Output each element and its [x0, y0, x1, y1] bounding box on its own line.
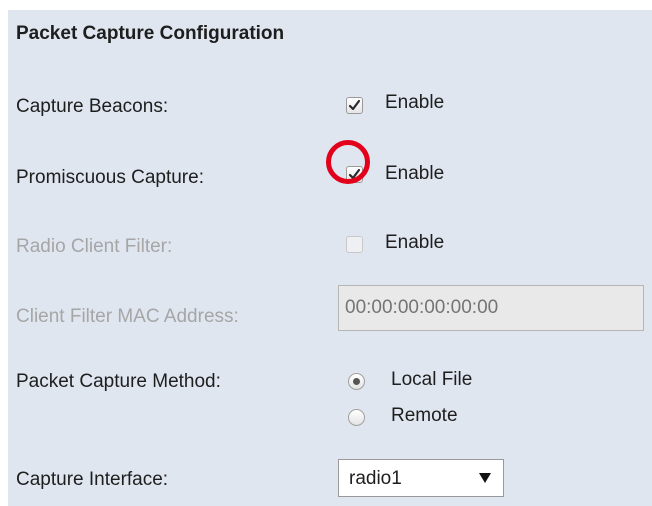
capture-interface-label: Capture Interface: — [16, 469, 169, 490]
radio-selected-dot — [353, 378, 360, 385]
highlight-circle — [326, 140, 370, 184]
packet-capture-panel — [8, 10, 652, 506]
capture-method-local-file-label: Local File — [391, 369, 473, 390]
promiscuous-capture-label: Promiscuous Capture: — [16, 167, 204, 188]
radio-client-filter-checkbox[interactable] — [346, 236, 363, 253]
capture-method-remote-radio[interactable] — [348, 409, 365, 426]
radio-client-filter-label: Radio Client Filter: — [16, 236, 173, 257]
radio-client-filter-enable-label: Enable — [385, 232, 445, 253]
client-filter-mac-label: Client Filter MAC Address: — [16, 306, 239, 327]
dropdown-arrow-icon — [479, 473, 491, 483]
capture-method-remote-label: Remote — [391, 405, 458, 426]
capture-beacons-enable-label: Enable — [385, 92, 445, 113]
capture-beacons-label: Capture Beacons: — [16, 96, 169, 117]
capture-interface-selected-value: radio1 — [349, 468, 402, 489]
capture-interface-select[interactable]: radio1 — [338, 459, 504, 497]
client-filter-mac-input[interactable] — [338, 285, 644, 331]
section-title: Packet Capture Configuration — [16, 23, 285, 44]
checkmark-icon — [348, 99, 361, 111]
capture-method-local-file-radio[interactable] — [348, 373, 365, 390]
capture-beacons-checkbox[interactable] — [346, 97, 363, 114]
promiscuous-capture-enable-label: Enable — [385, 163, 445, 184]
capture-method-label: Packet Capture Method: — [16, 371, 221, 392]
